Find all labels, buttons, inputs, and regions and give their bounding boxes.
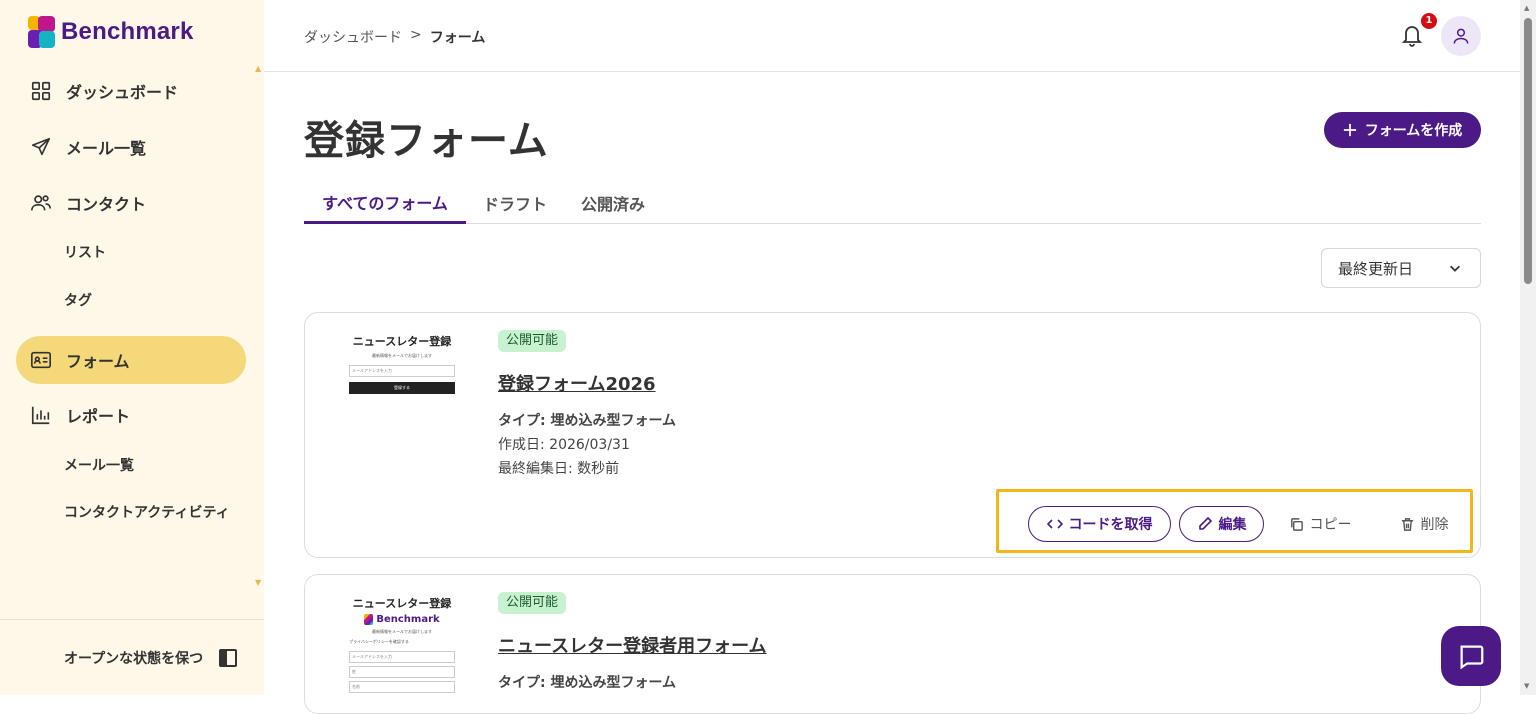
user-avatar[interactable] [1441,16,1481,56]
thumbnail-input: メールアドレスを入力 [349,651,455,663]
sidebar-item-label: コンタクト [66,195,147,214]
tab-all-forms[interactable]: すべてのフォーム [304,182,466,224]
form-name-link[interactable]: ニュースレター登録者用フォーム [498,632,767,658]
status-badge: 公開可能 [498,330,567,352]
scrollbar-thumb[interactable] [1524,18,1532,284]
sort-selected-value: 最終更新日 [1338,259,1414,278]
get-code-label: コードを取得 [1068,517,1153,533]
scroll-up-icon[interactable]: ▲ [1524,4,1529,12]
keep-open-toggle[interactable]: オープンな状態を保つ [0,619,264,695]
thumbnail-privacy: プライバシーポリシーを確認する [349,639,409,644]
brand-name: Benchmark [61,18,194,45]
sidebar-item-lists[interactable]: リスト [64,243,234,263]
thumbnail-logo: Benchmark [349,614,455,625]
send-icon [31,137,51,156]
form-card-icon [31,351,51,369]
sidebar-item-emails[interactable]: メール一覧 [16,123,246,171]
create-form-label: フォームを作成 [1364,123,1463,139]
sidebar-item-forms[interactable]: フォーム [16,336,246,384]
tab-drafts[interactable]: ドラフト [474,182,556,224]
sidebar-item-reports[interactable]: レポート [16,391,246,439]
copy-icon [1290,517,1303,531]
form-actions-highlight: コードを取得 編集 コピー 削除 [996,489,1473,553]
form-tabs: すべてのフォーム ドラフト 公開済み [304,182,1481,224]
notification-badge: 1 [1421,13,1437,29]
sidebar: Benchmark ▲ ダッシュボード メール一覧 コンタクト リスト タグ フ… [0,0,264,695]
sidebar-item-label: メール一覧 [66,139,147,158]
delete-label: 削除 [1420,517,1449,533]
form-name-link[interactable]: 登録フォーム2026 [498,370,656,396]
thumbnail-input: 名前 [349,681,455,693]
sidebar-item-label: フォーム [66,352,130,371]
thumbnail-subtitle: 最新情報をメールでお届けします [372,353,432,358]
notification-bell-icon[interactable] [1400,22,1424,48]
edit-button[interactable]: 編集 [1179,506,1264,542]
breadcrumb-current: フォーム [429,30,486,46]
thumbnail-title: ニュースレター登録 [352,597,452,610]
breadcrumb: ダッシュボード > フォーム [304,27,485,47]
status-badge: 公開可能 [498,592,567,614]
copy-label: コピー [1309,517,1352,533]
pencil-icon [1198,516,1212,530]
thumbnail-title: ニュースレター登録 [352,335,452,348]
form-edited-date: 最終編集日: 数秒前 [498,461,620,477]
breadcrumb-dashboard[interactable]: ダッシュボード [304,27,402,47]
form-type: タイプ: 埋め込み型フォーム [498,675,677,691]
scroll-down-icon[interactable]: ▼ [1524,682,1529,690]
scroll-down-icon[interactable]: ▼ [255,578,261,587]
sidebar-item-label: レポート [66,407,131,426]
brand-logo[interactable]: Benchmark [28,16,194,48]
edit-label: 編集 [1218,517,1247,533]
create-form-button[interactable]: フォームを作成 [1324,112,1481,148]
bar-chart-icon [31,406,50,425]
keep-open-label: オープンな状態を保つ [64,650,204,667]
sidebar-item-contact-activity[interactable]: コンタクトアクティビティ [64,503,234,523]
delete-button[interactable]: 削除 [1389,506,1459,542]
sidebar-panel-icon [219,648,238,667]
sort-select[interactable]: 最終更新日 [1321,248,1481,288]
get-code-button[interactable]: コードを取得 [1028,506,1171,542]
thumbnail-input: 姓 [349,666,455,678]
form-created-date: 作成日: 2026/03/31 [498,437,630,453]
sidebar-item-label: ダッシュボード [66,83,179,102]
form-type: タイプ: 埋め込み型フォーム [498,413,677,429]
scroll-up-icon[interactable]: ▲ [255,64,261,73]
tab-published[interactable]: 公開済み [572,182,654,224]
page-scrollbar[interactable]: ▲ ▼ [1520,0,1536,695]
benchmark-logo-icon [364,614,374,625]
form-card: ニュースレター登録 最新情報をメールでお届けします メールアドレスを入力 登録す… [304,312,1481,558]
thumbnail-input: メールアドレスを入力 [349,365,455,377]
copy-button[interactable]: コピー [1280,506,1360,542]
form-card: ニュースレター登録 Benchmark 最新情報をメールでお届けします プライバ… [304,574,1481,714]
chat-button[interactable] [1441,626,1501,686]
grid-icon [31,81,51,101]
sidebar-item-tags[interactable]: タグ [64,291,234,311]
breadcrumb-separator: > [410,27,422,43]
sidebar-item-report-emails[interactable]: メール一覧 [64,456,234,476]
chevron-down-icon [1450,265,1460,272]
code-icon [1046,519,1063,529]
trash-icon [1401,517,1413,531]
plus-icon [1343,123,1356,137]
thumbnail-brand: Benchmark [376,614,440,625]
sidebar-item-contacts[interactable]: コンタクト [16,179,246,227]
thumbnail-button: 登録する [349,382,455,394]
user-icon [1453,28,1469,44]
chat-bubble-icon [1460,645,1484,670]
sidebar-item-dashboard[interactable]: ダッシュボード [16,67,246,115]
contacts-icon [31,195,51,211]
benchmark-logo-icon [28,16,55,48]
form-thumbnail[interactable]: ニュースレター登録 Benchmark 最新情報をメールでお届けします プライバ… [349,595,455,693]
page-title: 登録フォーム [304,118,549,164]
top-header: ダッシュボード > フォーム 1 [264,0,1520,72]
form-thumbnail[interactable]: ニュースレター登録 最新情報をメールでお届けします メールアドレスを入力 登録す… [349,333,455,394]
thumbnail-subtitle: 最新情報をメールでお届けします [372,629,432,634]
